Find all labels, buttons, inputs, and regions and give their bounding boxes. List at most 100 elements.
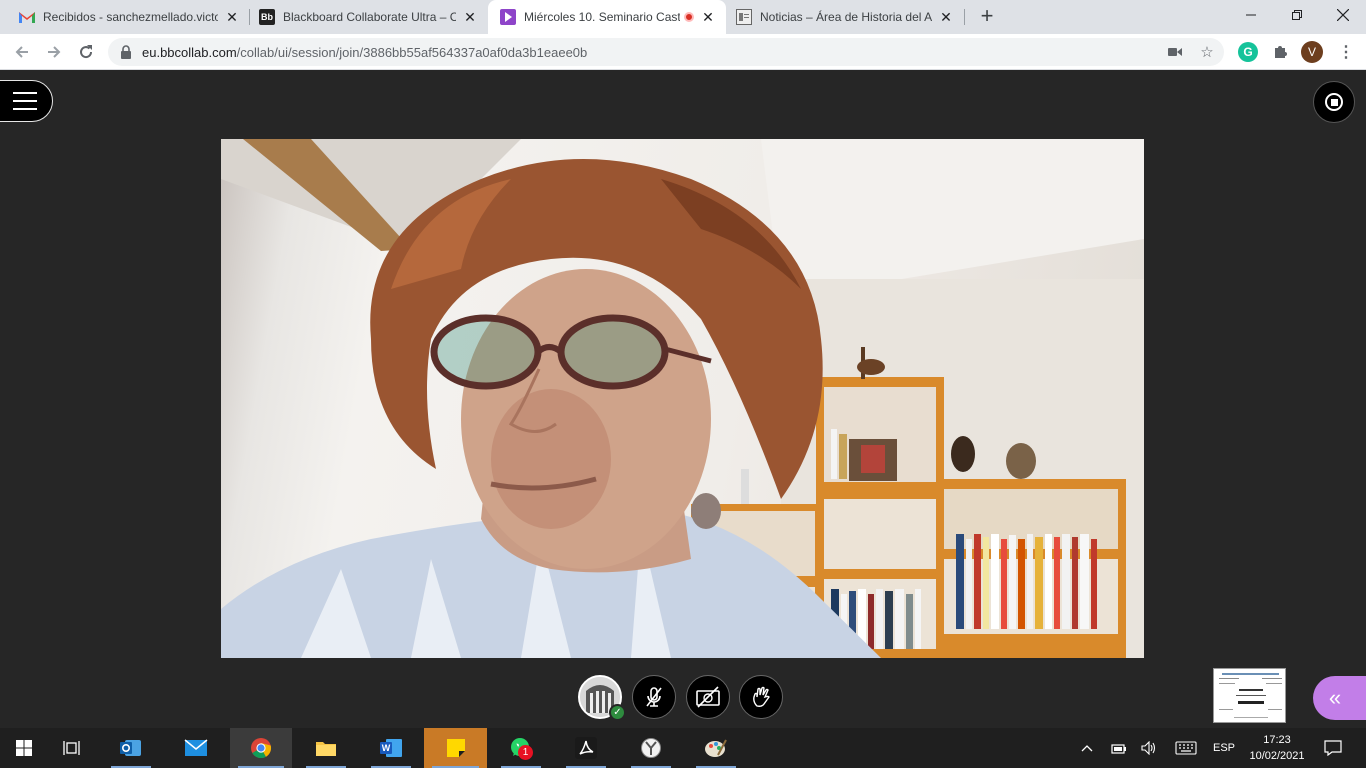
close-tab-icon[interactable]: ✕	[224, 9, 240, 25]
language-indicator[interactable]: ESP	[1208, 728, 1240, 768]
sticky-notes-icon	[446, 739, 465, 757]
browser-toolbar: eu.bbcollab.com/collab/ui/session/join/3…	[0, 34, 1366, 70]
camera-toggle-button[interactable]	[686, 675, 730, 719]
recording-indicator-icon	[684, 12, 694, 22]
hamburger-icon	[12, 89, 37, 113]
tab-divider	[964, 9, 965, 25]
whatsapp-badge: 1	[518, 745, 533, 760]
video-frame-image	[221, 139, 1144, 658]
url-text: eu.bbcollab.com/collab/ui/session/join/3…	[142, 45, 587, 60]
tab-title: Noticias – Área de Historia del Ar	[760, 10, 932, 24]
collaborate-panel-toggle-button[interactable]: «	[1313, 676, 1366, 720]
chrome-menu-icon[interactable]: ⋮	[1336, 42, 1356, 62]
taskbar-acrobat[interactable]	[558, 728, 614, 768]
mic-off-icon	[646, 687, 662, 707]
address-bar[interactable]: eu.bbcollab.com/collab/ui/session/join/3…	[108, 38, 1224, 66]
clock-date: 10/02/2021	[1249, 750, 1305, 762]
camera-in-use-icon[interactable]	[1167, 44, 1183, 60]
arrow-right-icon	[48, 46, 61, 58]
task-view-button[interactable]	[48, 728, 96, 768]
close-tab-icon[interactable]: ✕	[938, 9, 954, 25]
microphone-toggle-button[interactable]	[632, 675, 676, 719]
site-icon	[736, 9, 752, 25]
show-hidden-icons-button[interactable]	[1076, 728, 1098, 768]
browser-tab-strip: Recibidos - sanchezmellado.victo ✕ Bb Bl…	[0, 0, 1366, 34]
taskbar-sticky-notes[interactable]	[424, 728, 487, 768]
touch-keyboard-button[interactable]	[1172, 728, 1200, 768]
task-view-icon	[63, 741, 80, 755]
close-tab-icon[interactable]: ✕	[700, 9, 716, 25]
svg-text:W: W	[382, 743, 391, 753]
session-menu-button[interactable]	[0, 80, 53, 122]
notification-icon	[1324, 740, 1342, 756]
taskbar-mail[interactable]	[168, 728, 224, 768]
url-host: eu.bbcollab.com	[142, 45, 237, 60]
system-clock[interactable]: 17:23 10/02/2021	[1242, 728, 1312, 768]
restore-icon	[1292, 10, 1302, 20]
yarn-app-icon	[641, 738, 661, 758]
grammarly-extension-icon[interactable]: G	[1238, 42, 1258, 62]
url-path: /collab/ui/session/join/3886bb55af564337…	[236, 45, 588, 60]
taskbar-word[interactable]: W	[363, 728, 419, 768]
stop-record-icon	[1325, 93, 1343, 111]
camera-off-icon	[696, 686, 720, 708]
windows-taskbar: W 1 ESP 17:23 10/02/2021	[0, 728, 1366, 768]
participant-video-feed	[221, 139, 1144, 658]
new-tab-button[interactable]: +	[976, 5, 998, 28]
chrome-icon	[251, 738, 272, 759]
raise-hand-button[interactable]	[739, 675, 783, 719]
tab-title: Recibidos - sanchezmellado.victo	[43, 10, 218, 24]
close-window-button[interactable]	[1320, 0, 1366, 30]
tab-noticias[interactable]: Noticias – Área de Historia del Ar ✕	[726, 0, 964, 34]
lock-icon	[121, 45, 131, 59]
back-button[interactable]	[10, 40, 34, 64]
paint-palette-icon	[705, 739, 727, 757]
taskbar-whatsapp[interactable]: 1	[493, 728, 549, 768]
tab-collaborate-session[interactable]: Miércoles 10. Seminario Cast ✕	[488, 0, 726, 34]
blackboard-icon: Bb	[259, 9, 275, 25]
minimize-window-button[interactable]	[1228, 0, 1274, 30]
acrobat-icon	[575, 737, 597, 759]
hand-icon	[753, 686, 770, 707]
taskbar-paint[interactable]	[688, 728, 744, 768]
reload-button[interactable]	[74, 40, 98, 64]
arrow-left-icon	[15, 46, 28, 58]
taskbar-outlook[interactable]	[103, 728, 159, 768]
collaborate-session-area: ✓ «	[0, 70, 1366, 728]
tab-gmail[interactable]: Recibidos - sanchezmellado.victo ✕	[0, 0, 250, 34]
chevron-up-icon	[1081, 745, 1093, 752]
tab-title: Blackboard Collaborate Ultra – Cl	[283, 10, 456, 24]
taskbar-chrome[interactable]	[230, 728, 292, 768]
word-icon: W	[380, 739, 402, 757]
profile-avatar[interactable]: V	[1301, 41, 1323, 63]
clock-time: 17:23	[1263, 734, 1291, 746]
speaker-icon	[1141, 741, 1156, 755]
close-icon	[1337, 9, 1349, 21]
tab-blackboard[interactable]: Bb Blackboard Collaborate Ultra – Cl ✕	[240, 0, 488, 34]
gmail-icon	[19, 9, 35, 25]
reload-icon	[80, 45, 93, 59]
tab-title: Miércoles 10. Seminario Cast	[524, 10, 680, 24]
keyboard-icon	[1175, 741, 1197, 755]
taskbar-yarn-app[interactable]	[623, 728, 679, 768]
recording-control-button[interactable]	[1313, 81, 1355, 123]
document-preview-image	[1214, 669, 1285, 722]
restore-window-button[interactable]	[1274, 0, 1320, 30]
mail-icon	[184, 739, 208, 756]
minimize-icon	[1246, 14, 1256, 16]
shared-content-thumbnail[interactable]	[1213, 668, 1286, 723]
volume-control[interactable]	[1138, 728, 1160, 768]
forward-button[interactable]	[42, 40, 66, 64]
taskbar-file-explorer[interactable]	[298, 728, 354, 768]
battery-status[interactable]	[1108, 728, 1130, 768]
windows-logo-icon	[16, 740, 32, 756]
start-button[interactable]	[0, 728, 48, 768]
collaborate-icon	[500, 9, 516, 25]
folder-icon	[316, 742, 336, 756]
extensions-puzzle-icon[interactable]	[1270, 42, 1290, 62]
close-tab-icon[interactable]: ✕	[462, 9, 478, 25]
outlook-icon	[120, 740, 141, 756]
action-center-button[interactable]	[1318, 728, 1348, 768]
double-chevron-left-icon: «	[1328, 685, 1342, 710]
bookmark-star-icon[interactable]: ☆	[1199, 44, 1215, 61]
